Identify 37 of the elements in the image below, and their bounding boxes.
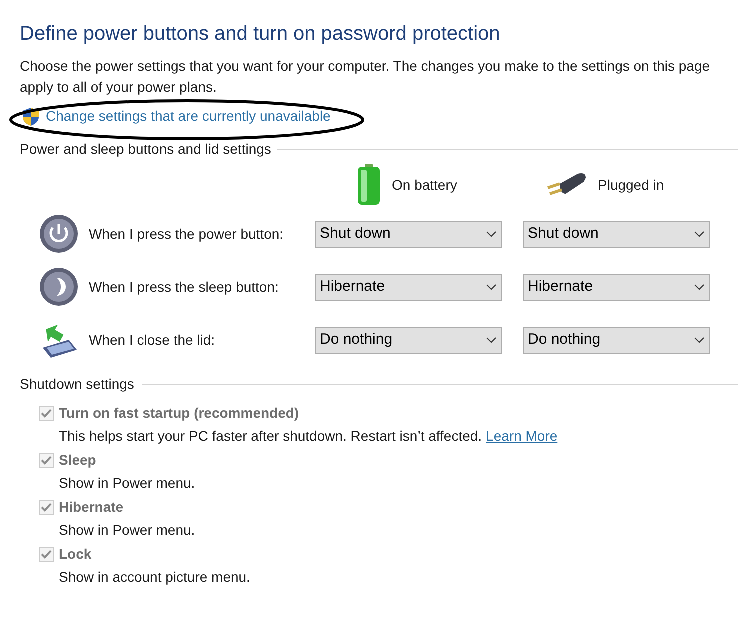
chevron-down-icon: [694, 336, 705, 344]
column-header: On battery: [392, 176, 458, 195]
power-icon: [39, 214, 79, 254]
chevron-down-icon: [486, 230, 497, 238]
option-label: Hibernate: [59, 498, 124, 517]
checkmark-icon: [41, 456, 52, 465]
chevron-down-icon: [486, 336, 497, 344]
dropdown[interactable]: Hibernate: [523, 274, 710, 300]
chevron-down-icon: [694, 284, 705, 290]
option-description: Show in Power menu.: [59, 521, 196, 540]
setting-label: When I press the power button:: [89, 224, 285, 244]
page-title: Define power buttons and turn on password protection: [20, 22, 502, 46]
option-description: This helps start your PC faster after shutdown. Restart isn’t affected.: [59, 427, 482, 446]
option-label: Sleep: [59, 451, 96, 470]
column-header: Plugged in: [598, 176, 664, 195]
option-label: Turn on fast startup (recommended): [59, 404, 300, 423]
checkmark-icon: [41, 409, 52, 418]
section-heading: Power and sleep buttons and lid settings: [20, 140, 272, 159]
dropdown[interactable]: Do nothing: [315, 326, 502, 354]
shield-icon: [22, 106, 40, 126]
dropdown[interactable]: Shut down: [523, 220, 710, 248]
option-label: Lock: [59, 545, 92, 564]
option-description: Show in account picture menu.: [59, 568, 250, 587]
dropdown[interactable]: Shut down: [315, 220, 502, 248]
checkmark-icon: [41, 550, 52, 559]
option-description: Show in Power menu.: [59, 474, 196, 493]
dropdown[interactable]: Do nothing: [523, 326, 710, 354]
battery-icon: [356, 164, 382, 206]
setting-label: When I close the lid:: [89, 330, 216, 350]
description-text: Choose the power settings that you want for your computer. The changes you make to the settings on this page apply to all of your power plans.: [20, 57, 712, 97]
dropdown[interactable]: Hibernate: [315, 274, 502, 300]
setting-label: When I press the sleep button:: [89, 278, 280, 297]
section-heading: Shutdown settings: [20, 375, 134, 394]
chevron-down-icon: [694, 230, 705, 238]
checkmark-icon: [41, 503, 52, 512]
moon-icon: [39, 267, 79, 307]
chevron-down-icon: [486, 284, 497, 290]
